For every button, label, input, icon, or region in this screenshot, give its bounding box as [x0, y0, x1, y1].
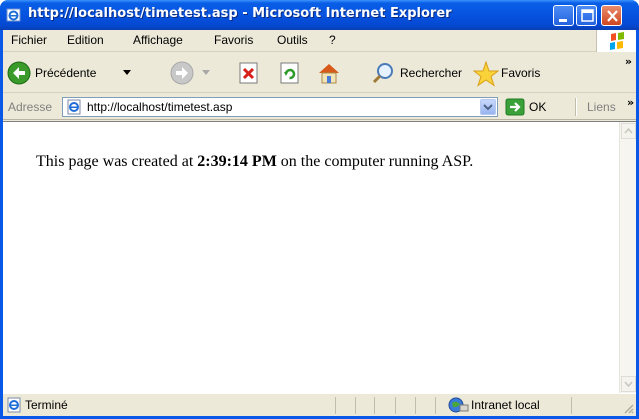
maximize-icon	[581, 9, 594, 22]
menu-bar: Fichier Edition Affichage Favoris Outils…	[3, 30, 636, 52]
go-arrow-icon	[505, 98, 525, 116]
star-icon	[473, 61, 499, 87]
menu-favoris[interactable]: Favoris	[214, 33, 253, 47]
scroll-down-button[interactable]	[621, 376, 636, 392]
back-button[interactable]: Précédente	[5, 59, 155, 87]
links-label[interactable]: Liens	[587, 100, 616, 114]
home-button[interactable]	[315, 59, 343, 87]
address-input[interactable]: http://localhost/timetest.asp	[62, 97, 498, 117]
status-divider	[335, 397, 336, 414]
menu-edition[interactable]: Edition	[67, 33, 104, 47]
search-icon	[372, 63, 393, 84]
window-frame: Fichier Edition Affichage Favoris Outils…	[3, 30, 636, 416]
refresh-button[interactable]	[277, 59, 303, 87]
address-bar: Adresse http://localhost/timetest.asp OK	[3, 94, 636, 120]
status-text: Terminé	[25, 398, 68, 412]
menu-affichage[interactable]: Affichage	[133, 33, 183, 47]
links-more-chevron[interactable]: »	[627, 96, 634, 109]
window-title: http://localhost/timetest.asp - Microsof…	[28, 6, 452, 21]
title-bar[interactable]: http://localhost/timetest.asp - Microsof…	[0, 0, 639, 30]
security-zone-label: Intranet local	[471, 398, 540, 412]
standard-toolbar: Précédente Rechercher Favoris »	[3, 53, 636, 93]
address-url: http://localhost/timetest.asp	[87, 100, 233, 114]
menu-fichier[interactable]: Fichier	[11, 33, 47, 47]
forward-arrow-icon	[170, 61, 194, 85]
go-button[interactable]: OK	[505, 98, 557, 116]
chevron-down-icon	[123, 70, 131, 75]
status-divider	[355, 397, 356, 414]
favorites-button[interactable]: Favoris	[471, 59, 551, 87]
chevron-down-icon	[624, 381, 633, 388]
page-text-after: on the computer running ASP.	[276, 153, 474, 170]
page-paragraph: This page was created at 2:39:14 PM on t…	[36, 152, 506, 172]
stop-icon	[239, 62, 258, 84]
status-divider	[435, 397, 436, 414]
menu-outils[interactable]: Outils	[277, 33, 308, 47]
back-label: Précédente	[35, 66, 97, 80]
windows-flag-icon	[610, 32, 624, 50]
chevron-down-icon	[483, 104, 493, 111]
ie-logo-icon	[6, 8, 21, 22]
maximize-button[interactable]	[576, 5, 597, 26]
address-dropdown-button[interactable]	[480, 99, 496, 115]
page-text-before: This page was created at	[36, 153, 198, 170]
stop-button[interactable]	[236, 59, 262, 87]
search-button[interactable]: Rechercher	[369, 59, 465, 87]
status-divider	[395, 397, 396, 414]
page-done-icon	[7, 397, 21, 413]
home-icon	[319, 64, 339, 84]
status-divider	[415, 397, 416, 414]
intranet-zone-icon	[448, 397, 469, 413]
scroll-up-button[interactable]	[621, 123, 636, 139]
address-separator	[575, 98, 577, 116]
favorites-label: Favoris	[501, 66, 541, 80]
vertical-scrollbar[interactable]	[619, 122, 636, 393]
status-divider	[374, 397, 375, 414]
search-label: Rechercher	[400, 66, 463, 80]
refresh-icon	[280, 62, 299, 84]
close-icon	[607, 10, 618, 22]
minimize-icon	[559, 19, 567, 22]
chevron-up-icon	[624, 127, 633, 134]
minimize-button[interactable]	[553, 5, 574, 26]
page-time: 2:39:14 PM	[197, 153, 277, 170]
resize-grip-icon[interactable]	[622, 402, 634, 414]
windows-flag-logo	[596, 30, 636, 52]
close-button[interactable]	[601, 5, 622, 26]
back-arrow-icon	[7, 61, 31, 85]
chevron-down-icon	[202, 70, 210, 75]
go-label: OK	[529, 100, 547, 114]
forward-button[interactable]	[168, 59, 214, 87]
page-icon	[67, 99, 81, 115]
status-divider	[571, 397, 572, 414]
menu-help[interactable]: ?	[329, 33, 336, 47]
address-label: Adresse	[8, 100, 53, 114]
browser-window: http://localhost/timetest.asp - Microsof…	[0, 0, 639, 419]
page-content: This page was created at 2:39:14 PM on t…	[3, 121, 636, 393]
status-bar: Terminé Intranet local	[3, 393, 636, 416]
toolbar-more-chevron[interactable]: »	[625, 55, 632, 68]
